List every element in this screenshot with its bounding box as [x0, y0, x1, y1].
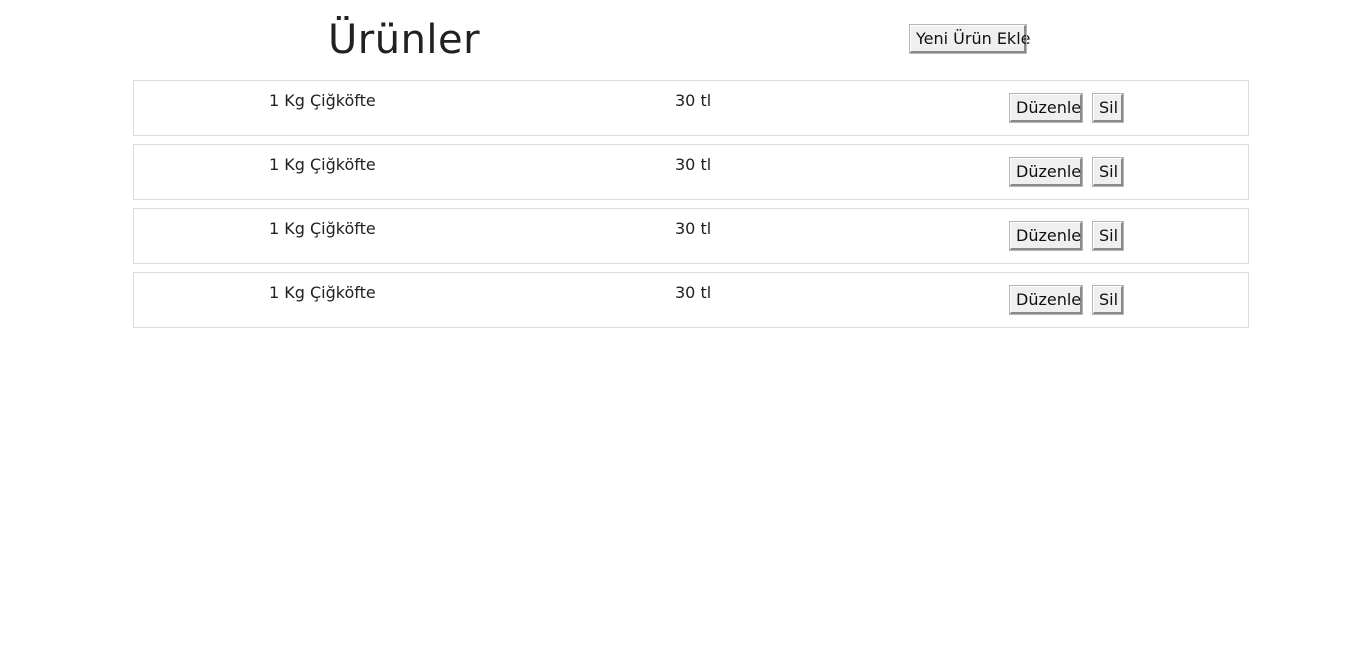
products-page: Ürünler Yeni Ürün Ekle 1 Kg Çiğköfte 30 …: [0, 0, 1366, 653]
delete-button[interactable]: Sil: [1092, 221, 1124, 251]
product-price: 30 tl: [675, 283, 712, 302]
edit-button[interactable]: Düzenle: [1009, 285, 1083, 315]
product-row: 1 Kg Çiğköfte 30 tl Düzenle Sil: [133, 208, 1249, 264]
page-header: Ürünler Yeni Ürün Ekle: [0, 0, 1366, 80]
product-name: 1 Kg Çiğköfte: [269, 91, 376, 110]
product-price: 30 tl: [675, 155, 712, 174]
product-name: 1 Kg Çiğköfte: [269, 155, 376, 174]
edit-button[interactable]: Düzenle: [1009, 157, 1083, 187]
product-price: 30 tl: [675, 91, 712, 110]
delete-button[interactable]: Sil: [1092, 93, 1124, 123]
page-title: Ürünler: [328, 17, 481, 63]
delete-button[interactable]: Sil: [1092, 285, 1124, 315]
product-row: 1 Kg Çiğköfte 30 tl Düzenle Sil: [133, 272, 1249, 328]
product-row: 1 Kg Çiğköfte 30 tl Düzenle Sil: [133, 80, 1249, 136]
delete-button[interactable]: Sil: [1092, 157, 1124, 187]
edit-button[interactable]: Düzenle: [1009, 221, 1083, 251]
add-product-button[interactable]: Yeni Ürün Ekle: [909, 24, 1030, 54]
edit-button[interactable]: Düzenle: [1009, 93, 1083, 123]
product-row: 1 Kg Çiğköfte 30 tl Düzenle Sil: [133, 144, 1249, 200]
product-list: 1 Kg Çiğköfte 30 tl Düzenle Sil 1 Kg Çiğ…: [133, 80, 1249, 336]
product-name: 1 Kg Çiğköfte: [269, 283, 376, 302]
product-price: 30 tl: [675, 219, 712, 238]
product-name: 1 Kg Çiğköfte: [269, 219, 376, 238]
